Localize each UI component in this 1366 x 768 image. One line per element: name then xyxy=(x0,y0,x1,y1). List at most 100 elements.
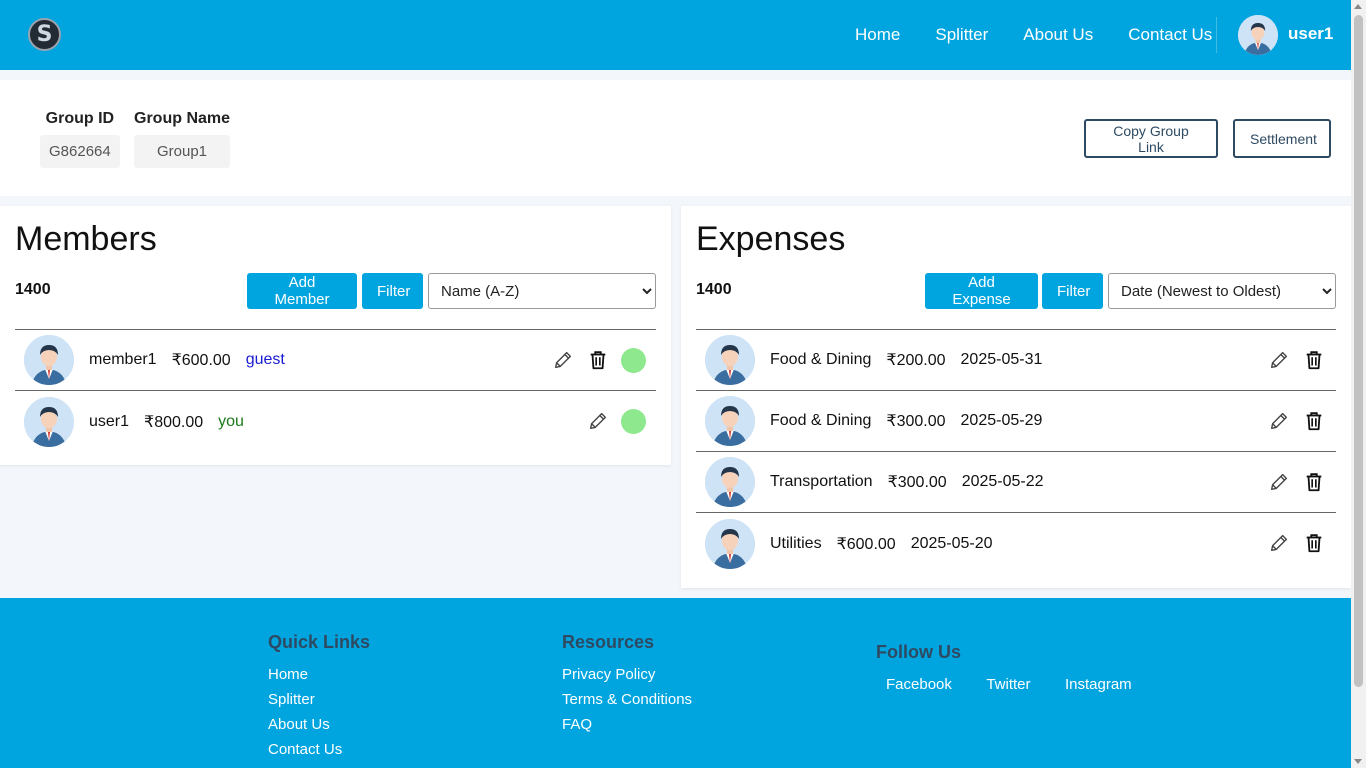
expense-date: 2025-05-31 xyxy=(960,351,1043,368)
delete-trash-icon[interactable] xyxy=(1302,409,1326,433)
expense-category: Food & Dining xyxy=(770,351,872,368)
copy-group-link-button[interactable]: Copy Group Link xyxy=(1084,119,1218,158)
add-expense-button[interactable]: Add Expense xyxy=(925,273,1038,309)
edit-pencil-icon[interactable] xyxy=(1267,348,1291,372)
nav-about-link[interactable]: About Us xyxy=(1023,25,1093,45)
footer-splitter-link[interactable]: Splitter xyxy=(268,691,370,708)
status-dot-icon xyxy=(621,347,646,373)
member-name: user1 xyxy=(89,412,130,430)
members-list: member1 ₹600.00 guest user1 ₹800.00 you xyxy=(15,329,656,452)
member-tag: guest xyxy=(245,351,285,368)
footer-about-link[interactable]: About Us xyxy=(268,716,370,733)
footer: Quick Links Home Splitter About Us Conta… xyxy=(0,598,1351,768)
footer-quick-links: Quick Links Home Splitter About Us Conta… xyxy=(268,632,370,766)
group-id-value: G862664 xyxy=(40,135,120,168)
user-avatar[interactable] xyxy=(1238,15,1278,55)
expense-date: 2025-05-20 xyxy=(910,534,993,552)
expense-actions xyxy=(1256,513,1326,573)
edit-pencil-icon[interactable] xyxy=(586,409,610,433)
expenses-title: Expenses xyxy=(696,220,846,258)
footer-privacy-link[interactable]: Privacy Policy xyxy=(562,666,692,683)
logo[interactable]: S xyxy=(28,18,61,51)
members-total: 1400 xyxy=(15,281,51,298)
member-name: member1 xyxy=(89,351,157,368)
footer-follow-us: Follow Us Facebook Twitter Instagram xyxy=(876,642,1162,701)
footer-resources: Resources Privacy Policy Terms & Conditi… xyxy=(562,632,692,741)
nav-splitter-link[interactable]: Splitter xyxy=(935,25,988,45)
nav-username[interactable]: user1 xyxy=(1288,24,1333,44)
footer-resources-title: Resources xyxy=(562,632,655,652)
scroll-up-arrow-icon[interactable] xyxy=(1354,4,1362,9)
scroll-down-arrow-icon[interactable] xyxy=(1354,759,1362,764)
member-avatar xyxy=(24,396,74,447)
expense-amount: ₹200.00 xyxy=(886,352,946,369)
top-navbar: S Home Splitter About Us Contact Us user… xyxy=(0,0,1351,70)
footer-social-links: Facebook Twitter Instagram xyxy=(876,676,1162,701)
expense-category: Food & Dining xyxy=(770,412,872,429)
footer-contact-link[interactable]: Contact Us xyxy=(268,741,370,758)
member-tag: you xyxy=(218,412,244,430)
footer-home-link[interactable]: Home xyxy=(268,666,370,683)
footer-twitter-link[interactable]: Twitter xyxy=(986,676,1030,693)
expense-avatar xyxy=(705,518,755,569)
footer-instagram-link[interactable]: Instagram xyxy=(1065,676,1132,693)
expense-avatar xyxy=(705,335,755,385)
nav-contact-link[interactable]: Contact Us xyxy=(1128,25,1212,45)
delete-trash-icon[interactable] xyxy=(1302,531,1326,555)
expense-amount: ₹300.00 xyxy=(886,413,946,430)
footer-faq-link[interactable]: FAQ xyxy=(562,716,692,733)
member-actions xyxy=(575,391,646,451)
footer-quick-links-title: Quick Links xyxy=(268,632,371,652)
member-avatar xyxy=(24,335,74,385)
expense-actions xyxy=(1256,452,1326,512)
edit-pencil-icon[interactable] xyxy=(1267,531,1291,555)
delete-trash-icon[interactable] xyxy=(1302,470,1326,494)
members-filter-button[interactable]: Filter xyxy=(362,273,423,309)
group-id-field: Group ID G862664 xyxy=(40,110,120,168)
add-member-button[interactable]: Add Member xyxy=(247,273,357,309)
nav-links: Home Splitter About Us Contact Us xyxy=(855,0,1247,70)
expense-category: Utilities xyxy=(770,534,822,552)
group-id-label: Group ID xyxy=(45,110,115,127)
delete-trash-icon[interactable] xyxy=(1302,348,1326,372)
expense-avatar xyxy=(705,457,755,507)
members-sort-select[interactable]: Name (A-Z) xyxy=(428,273,656,309)
group-info-bar: Group ID G862664 Group Name Group1 Copy … xyxy=(0,80,1351,196)
expense-avatar xyxy=(705,396,755,446)
expense-actions xyxy=(1256,330,1326,390)
footer-terms-link[interactable]: Terms & Conditions xyxy=(562,691,692,708)
footer-facebook-link[interactable]: Facebook xyxy=(886,676,952,693)
delete-trash-icon[interactable] xyxy=(586,348,610,372)
status-dot-icon xyxy=(621,408,646,434)
expense-date: 2025-05-29 xyxy=(960,412,1043,429)
expense-amount: ₹300.00 xyxy=(887,474,947,491)
member-row: member1 ₹600.00 guest xyxy=(15,330,656,391)
expense-category: Transportation xyxy=(770,473,873,490)
expenses-filter-button[interactable]: Filter xyxy=(1042,273,1103,309)
edit-pencil-icon[interactable] xyxy=(551,348,575,372)
members-title: Members xyxy=(15,220,157,258)
expenses-total: 1400 xyxy=(696,281,732,298)
expense-amount: ₹600.00 xyxy=(836,535,896,553)
group-name-label: Group Name xyxy=(134,110,231,127)
scrollbar-thumb[interactable] xyxy=(1354,15,1363,687)
member-amount: ₹600.00 xyxy=(171,352,231,369)
settlement-button[interactable]: Settlement xyxy=(1233,119,1331,158)
member-amount: ₹800.00 xyxy=(144,413,204,431)
expense-row: Food & Dining ₹200.00 2025-05-31 xyxy=(696,330,1336,391)
edit-pencil-icon[interactable] xyxy=(1267,470,1291,494)
expenses-sort-select[interactable]: Date (Newest to Oldest) xyxy=(1108,273,1336,309)
expense-actions xyxy=(1256,391,1326,451)
group-name-field: Group Name Group1 xyxy=(134,110,231,168)
group-name-value: Group1 xyxy=(134,135,231,168)
member-actions xyxy=(540,330,646,390)
expenses-card: Expenses 1400 Add Expense Filter Date (N… xyxy=(681,206,1351,588)
nav-divider xyxy=(1216,17,1217,53)
expense-row: Utilities ₹600.00 2025-05-20 xyxy=(696,513,1336,574)
members-card: Members 1400 Add Member Filter Name (A-Z… xyxy=(0,206,671,465)
nav-home-link[interactable]: Home xyxy=(855,25,900,45)
page-scrollbar[interactable] xyxy=(1351,0,1366,768)
edit-pencil-icon[interactable] xyxy=(1267,409,1291,433)
member-row: user1 ₹800.00 you xyxy=(15,391,656,452)
expense-date: 2025-05-22 xyxy=(961,473,1044,490)
